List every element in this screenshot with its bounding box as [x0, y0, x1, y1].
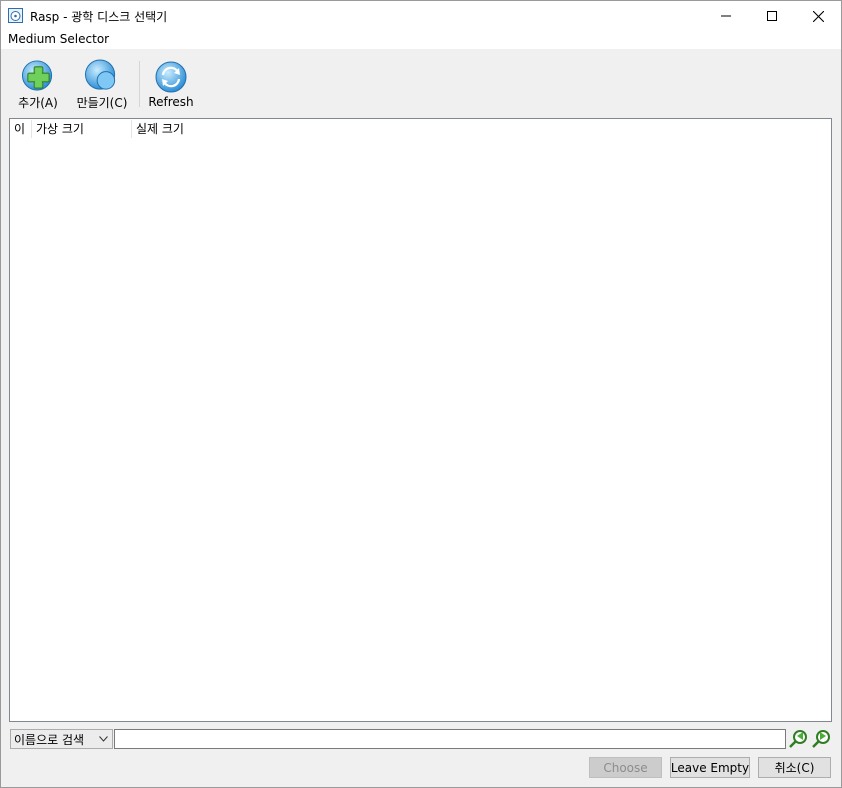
minimize-button[interactable] [703, 1, 749, 31]
toolbar: 추가(A) 만들기(C) Refresh [1, 49, 841, 117]
column-header-name[interactable]: 이 [10, 120, 32, 138]
add-disc-icon [21, 60, 53, 91]
search-mode-label: 이름으로 검색 [14, 732, 85, 747]
refresh-button-label: Refresh [148, 95, 194, 109]
chevron-down-icon [99, 736, 108, 742]
medium-selector-window: Rasp - 광학 디스크 선택기 Medium Selector 추가(A) … [0, 0, 842, 788]
search-mode-select[interactable]: 이름으로 검색 [10, 729, 113, 749]
create-button-label: 만들기(C) [76, 96, 128, 110]
column-header-actual-size[interactable]: 실제 크기 [132, 120, 232, 138]
bottom-panel: 이름으로 검색 Choose Leave Empty 취소(C) [1, 723, 841, 787]
menu-bar: Medium Selector [1, 31, 841, 49]
minimize-icon [721, 15, 731, 17]
dialog-subtitle: Medium Selector [8, 32, 110, 46]
search-previous-icon[interactable] [788, 729, 808, 749]
medium-list[interactable]: 이 가상 크기 실제 크기 [9, 118, 832, 722]
add-button-label: 추가(A) [18, 96, 58, 110]
maximize-icon [767, 11, 777, 21]
create-button[interactable]: 만들기(C) [71, 59, 133, 111]
create-disc-icon [84, 59, 116, 90]
search-input[interactable] [114, 729, 786, 749]
title-bar[interactable]: Rasp - 광학 디스크 선택기 [1, 1, 841, 31]
search-next-icon[interactable] [811, 729, 831, 749]
refresh-icon [155, 61, 187, 93]
optical-disc-icon [8, 8, 23, 23]
maximize-button[interactable] [749, 1, 795, 31]
add-button[interactable]: 추가(A) [14, 59, 62, 111]
list-header: 이 가상 크기 실제 크기 [10, 119, 831, 139]
window-title: Rasp - 광학 디스크 선택기 [30, 10, 168, 24]
close-icon [812, 10, 824, 22]
column-header-virtual-size[interactable]: 가상 크기 [32, 120, 132, 138]
toolbar-separator [139, 61, 140, 107]
close-button[interactable] [795, 1, 841, 31]
refresh-button[interactable]: Refresh [147, 59, 195, 111]
leave-empty-button[interactable]: Leave Empty [670, 757, 750, 778]
choose-button[interactable]: Choose [589, 757, 662, 778]
cancel-button[interactable]: 취소(C) [758, 757, 831, 778]
